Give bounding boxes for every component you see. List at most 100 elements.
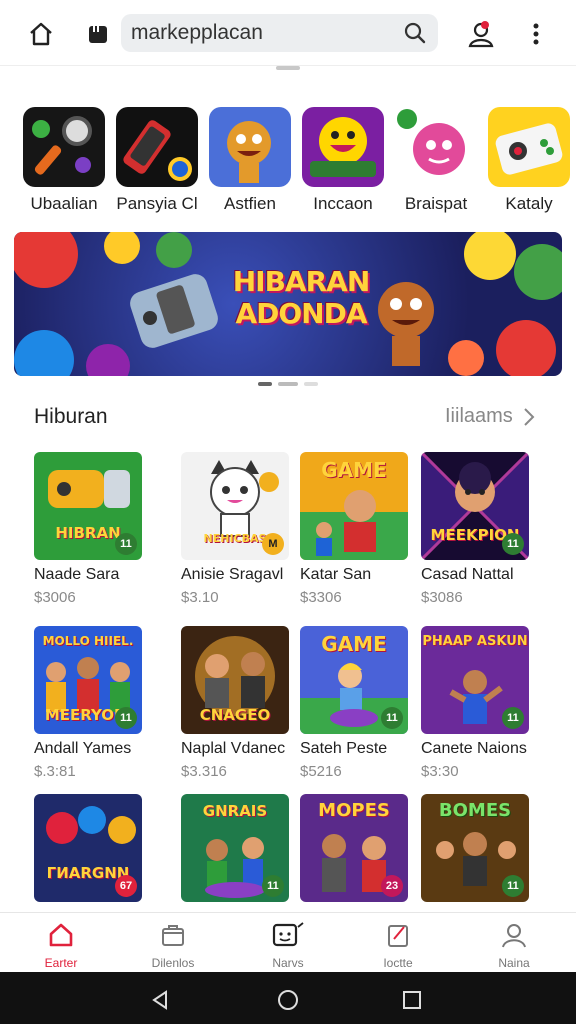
rating-badge: 11 bbox=[502, 875, 524, 897]
game-card[interactable]: GAME 11 Sateh Peste $5216 bbox=[300, 626, 420, 780]
banner-title: HIBARAN ADONDA bbox=[226, 266, 376, 330]
carousel-indicator bbox=[258, 382, 318, 386]
see-more-link[interactable]: Iiilaams bbox=[445, 405, 535, 428]
carousel-dot bbox=[278, 382, 298, 386]
banner-title-line1: HIBARAN bbox=[232, 265, 371, 298]
thumbnail-title-top: MOLLO HIIEL. bbox=[42, 634, 134, 648]
shop-icon bbox=[162, 925, 184, 946]
game-thumbnail: ГИARGNN 67 bbox=[34, 794, 142, 902]
rating-badge: M bbox=[262, 533, 284, 555]
game-thumbnail: BOMES 11 bbox=[421, 794, 529, 902]
thumbnail-title: PHAAP ASKUN bbox=[422, 634, 528, 649]
game-price: $3:30 bbox=[421, 763, 459, 780]
game-name: Anisie Sragavl bbox=[181, 566, 284, 583]
nav-item-profile[interactable]: Naina bbox=[474, 921, 554, 970]
game-name: Casad Nattal bbox=[421, 566, 514, 583]
game-thumbnail: MOPES 23 bbox=[300, 794, 408, 902]
nav-label: Narvs bbox=[272, 956, 304, 970]
game-card[interactable]: GNRAIS 11 bbox=[181, 794, 301, 902]
nav-item-edit[interactable]: Ioctte bbox=[358, 921, 438, 970]
game-thumbnail: MOLLO HIIEL. MEERYORI 11 bbox=[34, 626, 142, 734]
home-icon[interactable] bbox=[21, 14, 61, 54]
nav-item-shop[interactable]: Dilenlos bbox=[133, 921, 213, 970]
category-label: Braispat bbox=[404, 194, 468, 213]
game-name: Canete Naions bbox=[421, 740, 527, 757]
category-label: Ubaalian bbox=[30, 194, 98, 213]
game-card[interactable]: ГИARGNN 67 bbox=[34, 794, 154, 902]
nav-item-games[interactable]: Narvs bbox=[248, 921, 328, 970]
chevron-right-icon bbox=[524, 407, 535, 426]
thumbnail-title: GAME bbox=[321, 632, 387, 656]
rating-badge: 67 bbox=[115, 875, 137, 897]
game-card[interactable]: NEHICBAS M Anisie Sragavl $3.10 bbox=[181, 452, 301, 606]
recents-icon[interactable] bbox=[400, 988, 424, 1012]
category-item[interactable]: Braispat bbox=[388, 107, 484, 214]
game-card[interactable]: MOPES 23 bbox=[300, 794, 420, 902]
bag-icon[interactable] bbox=[78, 14, 118, 54]
edit-icon bbox=[388, 925, 408, 947]
category-label: Astfien bbox=[224, 194, 276, 213]
home-circle-icon[interactable] bbox=[276, 988, 300, 1012]
game-card[interactable]: MOLLO HIIEL. MEERYORI 11 Andall Yames $.… bbox=[34, 626, 154, 780]
category-row: Ubaalian Pansyia Cl Astfien Inccaon Brai… bbox=[14, 107, 570, 217]
back-icon[interactable] bbox=[148, 988, 172, 1012]
monster-icon bbox=[209, 107, 291, 187]
game-card[interactable]: HIBRAN 11 Naade Sara $3006 bbox=[34, 452, 154, 606]
category-item[interactable]: Astfien bbox=[202, 107, 298, 214]
nav-label: Ioctte bbox=[383, 956, 413, 970]
category-item[interactable]: Pansyia Cl bbox=[109, 107, 205, 214]
cat-icon bbox=[395, 107, 477, 187]
game-price: $3006 bbox=[34, 589, 76, 606]
game-card[interactable]: GAME Katar San $3306 bbox=[300, 452, 420, 606]
nav-label: Naina bbox=[498, 956, 530, 970]
home-icon bbox=[49, 923, 73, 947]
magnifier-icon bbox=[23, 107, 105, 187]
game-thumbnail: CNAGEO bbox=[181, 626, 289, 734]
search-icon[interactable] bbox=[402, 20, 428, 51]
rating-badge: 11 bbox=[502, 707, 524, 729]
account-icon[interactable] bbox=[461, 14, 501, 54]
search-input[interactable] bbox=[131, 21, 391, 45]
search-bar[interactable] bbox=[121, 14, 438, 52]
game-icon bbox=[272, 922, 304, 947]
nav-item-home[interactable]: Earter bbox=[21, 921, 101, 970]
category-item[interactable]: Kataly bbox=[481, 107, 576, 214]
rating-badge: 11 bbox=[502, 533, 524, 555]
game-price: $3.316 bbox=[181, 763, 227, 780]
game-price: $3.10 bbox=[181, 589, 219, 606]
thumbnail-title: BOMES bbox=[438, 800, 512, 821]
phone-icon bbox=[116, 107, 198, 187]
profile-icon bbox=[502, 924, 526, 948]
drag-handle[interactable] bbox=[276, 66, 300, 70]
game-card[interactable]: PHAAP ASKUN 11 Canete Naions $3:30 bbox=[421, 626, 541, 780]
game-thumbnail: GNRAIS 11 bbox=[181, 794, 289, 902]
game-thumbnail: GAME 11 bbox=[300, 626, 408, 734]
rating-badge: 23 bbox=[381, 875, 403, 897]
bottom-navigation: Earter Dilenlos Narvs Ioctte Naina bbox=[0, 912, 576, 972]
game-price: $3306 bbox=[300, 589, 342, 606]
category-label: Pansyia Cl bbox=[116, 194, 198, 213]
category-item[interactable]: Inccaon bbox=[295, 107, 391, 214]
game-grid: HIBRAN 11 Naade Sara $3006 NEHICBAS M An… bbox=[0, 452, 576, 912]
see-more-label: Iiilaams bbox=[445, 405, 513, 427]
top-bar bbox=[0, 0, 576, 66]
rating-badge: 11 bbox=[262, 875, 284, 897]
game-price: $.3:81 bbox=[34, 763, 76, 780]
game-card[interactable]: MEEKPION 11 Casad Nattal $3086 bbox=[421, 452, 541, 606]
promo-banner[interactable]: HIBARAN ADONDA bbox=[14, 232, 562, 376]
game-price: $5216 bbox=[300, 763, 342, 780]
game-card[interactable]: CNAGEO Naplal Vdanec $3.316 bbox=[181, 626, 301, 780]
category-label: Inccaon bbox=[313, 194, 373, 213]
game-card[interactable]: BOMES 11 bbox=[421, 794, 541, 902]
rating-badge: 11 bbox=[115, 707, 137, 729]
game-name: Naplal Vdanec bbox=[181, 740, 286, 757]
category-item[interactable]: Ubaalian bbox=[16, 107, 112, 214]
rating-badge: 11 bbox=[115, 533, 137, 555]
section-title: Hiburan bbox=[34, 405, 108, 428]
category-label: Kataly bbox=[505, 194, 553, 213]
thumbnail-title: GNRAIS bbox=[202, 802, 268, 820]
game-name: Sateh Peste bbox=[300, 740, 388, 757]
nav-label: Earter bbox=[44, 956, 78, 970]
nav-label: Dilenlos bbox=[151, 956, 195, 970]
more-menu-icon[interactable] bbox=[516, 14, 556, 54]
